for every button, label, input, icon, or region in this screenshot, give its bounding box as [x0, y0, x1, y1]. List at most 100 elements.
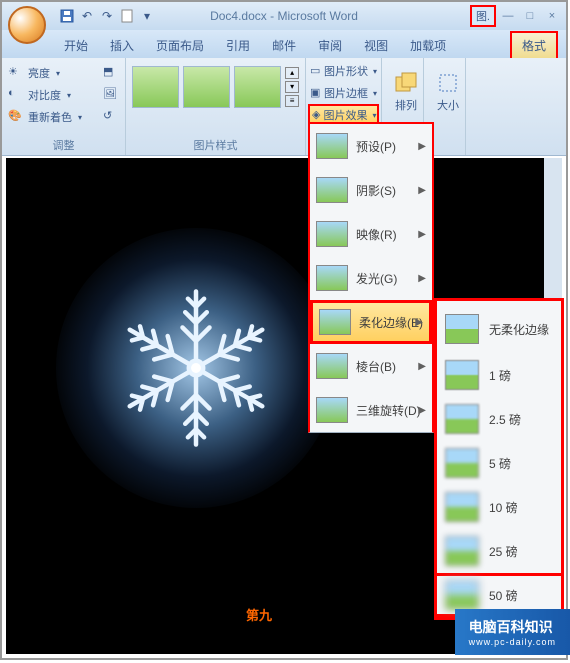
glow-thumb: [316, 265, 348, 291]
recolor-button[interactable]: 🎨 重新着色▾ ↺: [8, 106, 119, 128]
soft-edge-2-5pt[interactable]: 2.5 磅: [437, 397, 561, 441]
brightness-label: 亮度: [28, 65, 50, 81]
styles-group-label: 图片样式: [126, 137, 305, 153]
compress-icon[interactable]: ⬒: [103, 65, 119, 81]
redo-button[interactable]: ↷: [98, 7, 116, 25]
tab-home[interactable]: 开始: [54, 33, 98, 58]
minimize-button[interactable]: —: [498, 8, 518, 24]
contrast-button[interactable]: ◐ 对比度▾ 🖼: [8, 84, 119, 106]
border-label: 图片边框: [324, 85, 368, 101]
tab-review[interactable]: 审阅: [308, 33, 352, 58]
submenu-arrow-icon: ▶: [418, 141, 426, 152]
change-picture-icon[interactable]: 🖼: [103, 87, 119, 103]
soft-edge-25pt[interactable]: 25 磅: [437, 529, 561, 573]
effects-icon: ◈: [312, 108, 320, 122]
submenu-arrow-icon: ▶: [418, 229, 426, 240]
rotation-label: 三维旋转(D): [356, 402, 421, 419]
brightness-button[interactable]: ☀ 亮度▾ ⬒: [8, 62, 119, 84]
soft-edges-label: 柔化边缘(E): [359, 314, 423, 331]
menu-preset[interactable]: 预设(P) ▶: [310, 124, 432, 168]
menu-reflection[interactable]: 映像(R) ▶: [310, 212, 432, 256]
tab-insert[interactable]: 插入: [100, 33, 144, 58]
undo-button[interactable]: ↶: [78, 7, 96, 25]
size-label: 大小: [437, 97, 459, 113]
pt10-thumb: [445, 492, 479, 522]
picture-border-button[interactable]: ▣ 图片边框▾: [308, 82, 379, 104]
pt25-label: 25 磅: [489, 543, 518, 560]
window-controls: 图. — □ ×: [470, 5, 562, 27]
pt50-label: 50 磅: [489, 587, 518, 604]
effects-label: 图片效果: [323, 107, 367, 123]
style-thumb-2[interactable]: [183, 66, 230, 108]
submenu-arrow-icon: ▶: [418, 361, 426, 372]
ribbon-tabs: 开始 插入 页面布局 引用 邮件 审阅 视图 加载项 格式: [2, 30, 566, 58]
border-icon: ▣: [310, 86, 321, 100]
menu-bevel[interactable]: 棱台(B) ▶: [310, 344, 432, 388]
arrange-label: 排列: [395, 97, 417, 113]
bevel-thumb: [316, 353, 348, 379]
menu-soft-edges[interactable]: 柔化边缘(E) ▶: [310, 300, 432, 344]
ribbon-content: ☀ 亮度▾ ⬒ ◐ 对比度▾ 🖼 🎨 重新着色▾ ↺ 调整: [2, 58, 566, 156]
menu-shadow[interactable]: 阴影(S) ▶: [310, 168, 432, 212]
glow-label: 发光(G): [356, 270, 397, 287]
none-thumb: [445, 314, 479, 344]
submenu-arrow-icon: ▶: [418, 185, 426, 196]
app-window: ↶ ↷ ▾ Doc4.docx - Microsoft Word 图. — □ …: [0, 0, 568, 660]
pt25-thumb: [445, 536, 479, 566]
reset-icon[interactable]: ↺: [103, 109, 119, 125]
picture-shape-button[interactable]: ▭ 图片形状▾: [308, 60, 379, 82]
soft-edge-10pt[interactable]: 10 磅: [437, 485, 561, 529]
pt1-label: 1 磅: [489, 367, 511, 384]
soft-edge-none[interactable]: 无柔化边缘: [437, 305, 561, 353]
shape-label: 图片形状: [324, 63, 368, 79]
soft-edge-5pt[interactable]: 5 磅: [437, 441, 561, 485]
styles-group: ▴ ▾ ≡ 图片样式: [126, 58, 306, 155]
picture-effects-menu: 预设(P) ▶ 阴影(S) ▶ 映像(R) ▶ 发光(G) ▶ 柔化边缘(E) …: [308, 122, 434, 433]
title-bar: ↶ ↷ ▾ Doc4.docx - Microsoft Word 图. — □ …: [2, 2, 566, 30]
contrast-icon: ◐: [8, 87, 24, 103]
size-icon: [436, 71, 460, 95]
menu-glow[interactable]: 发光(G) ▶: [310, 256, 432, 300]
tab-references[interactable]: 引用: [216, 33, 260, 58]
tab-view[interactable]: 视图: [354, 33, 398, 58]
watermark-sub: www.pc-daily.com: [469, 637, 556, 647]
pt5-label: 5 磅: [489, 455, 511, 472]
new-button[interactable]: [118, 7, 136, 25]
pt5-thumb: [445, 448, 479, 478]
adjust-group-label: 调整: [2, 137, 125, 153]
close-button[interactable]: ×: [542, 8, 562, 24]
style-thumb-3[interactable]: [234, 66, 281, 108]
tab-layout[interactable]: 页面布局: [146, 33, 214, 58]
office-button[interactable]: [8, 6, 46, 44]
shadow-thumb: [316, 177, 348, 203]
shadow-label: 阴影(S): [356, 182, 396, 199]
preset-label: 预设(P): [356, 138, 396, 155]
snowflake-icon: [106, 278, 286, 458]
recolor-icon: 🎨: [8, 109, 24, 125]
pt50-thumb: [445, 580, 479, 610]
tab-addins[interactable]: 加载项: [400, 33, 456, 58]
submenu-arrow-icon: ▶: [418, 405, 426, 416]
size-button[interactable]: 大小: [430, 62, 466, 122]
maximize-button[interactable]: □: [520, 8, 540, 24]
submenu-arrow-icon: ▶: [418, 273, 426, 284]
watermark-main: 电脑百科知识: [469, 619, 553, 635]
soft-edge-1pt[interactable]: 1 磅: [437, 353, 561, 397]
style-thumb-1[interactable]: [132, 66, 179, 108]
pt2-5-label: 2.5 磅: [489, 411, 521, 428]
qat-dropdown[interactable]: ▾: [138, 7, 156, 25]
style-gallery[interactable]: ▴ ▾ ≡: [132, 62, 299, 112]
gallery-scroll[interactable]: ▴ ▾ ≡: [285, 66, 299, 108]
menu-3d-rotation[interactable]: 三维旋转(D) ▶: [310, 388, 432, 432]
picture-tools-tab[interactable]: 图.: [470, 5, 496, 27]
rotation-thumb: [316, 397, 348, 423]
soft-edges-submenu: 无柔化边缘 1 磅 2.5 磅 5 磅 10 磅 25 磅 50 磅: [434, 298, 564, 620]
pt10-label: 10 磅: [489, 499, 518, 516]
arrange-button[interactable]: 排列: [388, 62, 424, 122]
window-title: Doc4.docx - Microsoft Word: [210, 9, 358, 23]
shape-icon: ▭: [310, 64, 321, 78]
contrast-label: 对比度: [28, 87, 61, 103]
save-button[interactable]: [58, 7, 76, 25]
tab-mailings[interactable]: 邮件: [262, 33, 306, 58]
tab-format[interactable]: 格式: [510, 31, 558, 58]
